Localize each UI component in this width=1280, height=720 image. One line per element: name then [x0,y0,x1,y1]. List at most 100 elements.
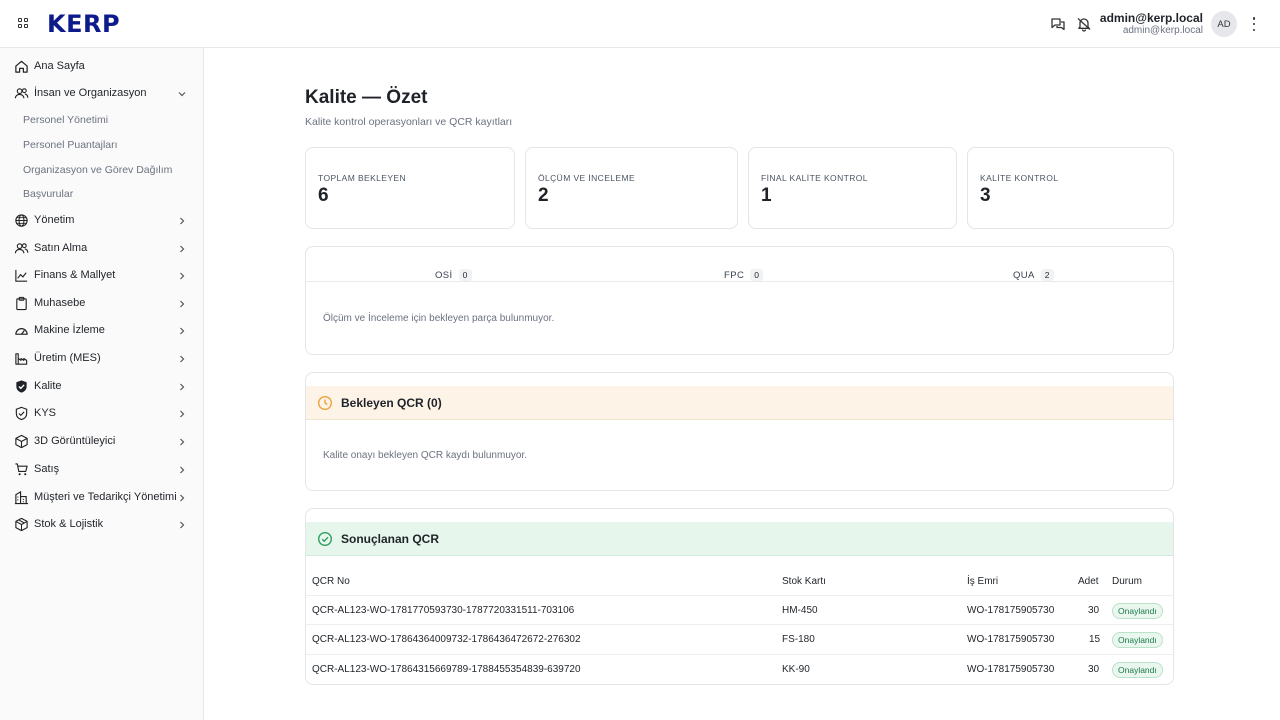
tab-fpc[interactable]: FPC 0 [724,269,764,281]
tab-qua[interactable]: QUA 2 [1013,269,1054,281]
column-header-qcr-no[interactable]: QCR No [312,576,350,587]
sidebar-subitem-personnel[interactable]: Personel Yönetimi [23,114,173,126]
sidebar-item-label: Üretim (MES) [34,352,101,364]
chart-icon [15,269,28,282]
stat-card-measurement[interactable]: ÖLÇÜM VE İNCELEME 2 [525,147,738,229]
bell-icon[interactable] [1076,16,1092,32]
table-row[interactable]: QCR-AL123-WO-17864364009732-178643647267… [306,624,1173,654]
completed-qcr-card: Sonuçlanan QCR QCR No Stok Kartı İş Emri… [305,508,1174,685]
user-info[interactable]: admin@kerp.local admin@kerp.local [1100,11,1203,37]
sidebar-item-hr[interactable]: İnsan ve Organizasyon [0,81,203,107]
app-logo[interactable]: KERP [47,10,120,38]
stat-label: TOPLAM BEKLEYEN [318,173,407,183]
work-order: WO-178175905730 [967,634,1055,645]
sidebar-item-label: Finans & Mallyet [34,269,116,281]
stat-value: 1 [761,185,772,206]
check-circle-icon [317,531,333,547]
gauge-icon [15,328,28,335]
chevron-right-icon [180,438,185,446]
stat-label: KALİTE KONTROL [980,173,1059,183]
more-menu-icon[interactable] [1250,17,1258,31]
chevron-right-icon [180,521,185,529]
tab-label: FPC [724,269,745,281]
apps-grid-icon[interactable] [14,14,32,32]
tab-label: QUA [1013,269,1035,281]
sidebar-subitem-organization[interactable]: Organizasyon ve Görev Dağılımı [23,164,173,176]
table-row[interactable]: QCR-AL123-WO-17864315669789-178845535483… [306,654,1173,684]
stat-label: FİNAL KALİTE KONTROL [761,173,868,183]
sidebar-item-kys[interactable]: KYS [0,401,203,427]
status-badge: Onaylandı [1112,662,1163,678]
inspection-tabs-card: OSİ 0 FPC 0 QUA 2 Ölçüm ve İnceleme için… [305,246,1174,355]
table-row[interactable]: QCR-AL123-WO-1781770593730-1787720331511… [306,595,1173,625]
stock-card: HM-450 [782,605,818,616]
tab-osi[interactable]: OSİ 0 [435,269,472,281]
sidebar-item-management[interactable]: Yönetim [0,208,203,234]
column-header-qty[interactable]: Adet [1078,576,1099,587]
sidebar-item-customers-suppliers[interactable]: Müşteri ve Tedarikçi Yönetimi [0,485,203,511]
tab-count: 0 [458,269,472,281]
users-icon [14,88,29,99]
top-header: KERP admin@kerp.local admin@kerp.local A… [0,0,1280,48]
completed-qcr-header: Sonuçlanan QCR [306,522,1173,556]
qcr-number: QCR-AL123-WO-1781770593730-1787720331511… [312,605,575,616]
sidebar-item-label: Müşteri ve Tedarikçi Yönetimi [34,491,177,503]
sidebar-item-quality[interactable]: Kalite [0,374,203,400]
clipboard-icon [16,296,27,311]
sidebar-item-label: İnsan ve Organizasyon [34,87,147,99]
sidebar-item-home[interactable]: Ana Sayfa [0,54,203,80]
sidebar-item-accounting[interactable]: Muhasebe [0,291,203,317]
sidebar-item-3d-viewer[interactable]: 3D Görüntüleyici [0,429,203,455]
sidebar-item-sales[interactable]: Satış [0,457,203,483]
sidebar-subitem-timesheets[interactable]: Personel Puantajları [23,139,173,151]
clock-icon [317,395,333,411]
chevron-right-icon [180,245,185,253]
pending-qcr-title: Bekleyen QCR (0) [341,396,442,410]
factory-icon [15,353,28,365]
chevron-down-icon [178,92,186,97]
chevron-right-icon [180,272,185,280]
chevron-right-icon [180,217,185,225]
cart-icon [15,463,28,476]
sidebar-item-production[interactable]: Üretim (MES) [0,346,203,372]
pending-qcr-header: Bekleyen QCR (0) [306,386,1173,420]
stat-card-final-qc[interactable]: FİNAL KALİTE KONTROL 1 [748,147,957,229]
chevron-right-icon [180,327,185,335]
users-icon [14,243,29,254]
sidebar-item-finance[interactable]: Finans & Mallyet [0,263,203,289]
sidebar-item-purchasing[interactable]: Satın Alma [0,236,203,262]
user-email: admin@kerp.local [1122,25,1203,36]
chevron-right-icon [180,383,185,391]
sidebar-item-stock-logistics[interactable]: Stok & Lojistik [0,512,203,538]
sidebar-subitem-applications[interactable]: Başvurular [23,188,173,200]
column-header-stock-card[interactable]: Stok Kartı [782,576,826,587]
sidebar-item-label: Makine İzleme [34,324,105,336]
sidebar-item-label: Ana Sayfa [34,60,85,72]
stat-value: 2 [538,185,549,206]
sidebar: Ana Sayfa İnsan ve Organizasyon Personel… [0,48,204,720]
sidebar-item-label: Satış [34,463,60,475]
sidebar-item-label: Satın Alma [34,242,88,254]
column-header-status[interactable]: Durum [1112,576,1142,587]
shield-check-icon [16,380,27,393]
stock-card: KK-90 [782,664,810,675]
status-badge: Onaylandı [1112,603,1163,619]
page-subtitle: Kalite kontrol operasyonları ve QCR kayı… [305,116,513,128]
stat-card-total-pending[interactable]: TOPLAM BEKLEYEN 6 [305,147,515,229]
stat-card-quality-control[interactable]: KALİTE KONTROL 3 [967,147,1174,229]
status-badge: Onaylandı [1112,632,1163,648]
quantity: 15 [1089,634,1101,645]
package-icon [15,517,28,532]
home-icon [15,60,28,73]
sidebar-item-label: Yönetim [34,214,75,226]
column-header-work-order[interactable]: İş Emri [967,576,998,587]
tab-label: OSİ [435,269,453,281]
sidebar-item-machine-monitoring[interactable]: Makine İzleme [0,318,203,344]
avatar[interactable]: AD [1211,11,1237,37]
building-icon [14,490,29,505]
quantity: 30 [1088,605,1100,616]
sidebar-item-label: Stok & Lojistik [34,518,104,530]
pending-qcr-card: Bekleyen QCR (0) Kalite onayı bekleyen Q… [305,372,1174,491]
chat-icon[interactable] [1050,16,1066,32]
user-name: admin@kerp.local [1099,11,1203,25]
